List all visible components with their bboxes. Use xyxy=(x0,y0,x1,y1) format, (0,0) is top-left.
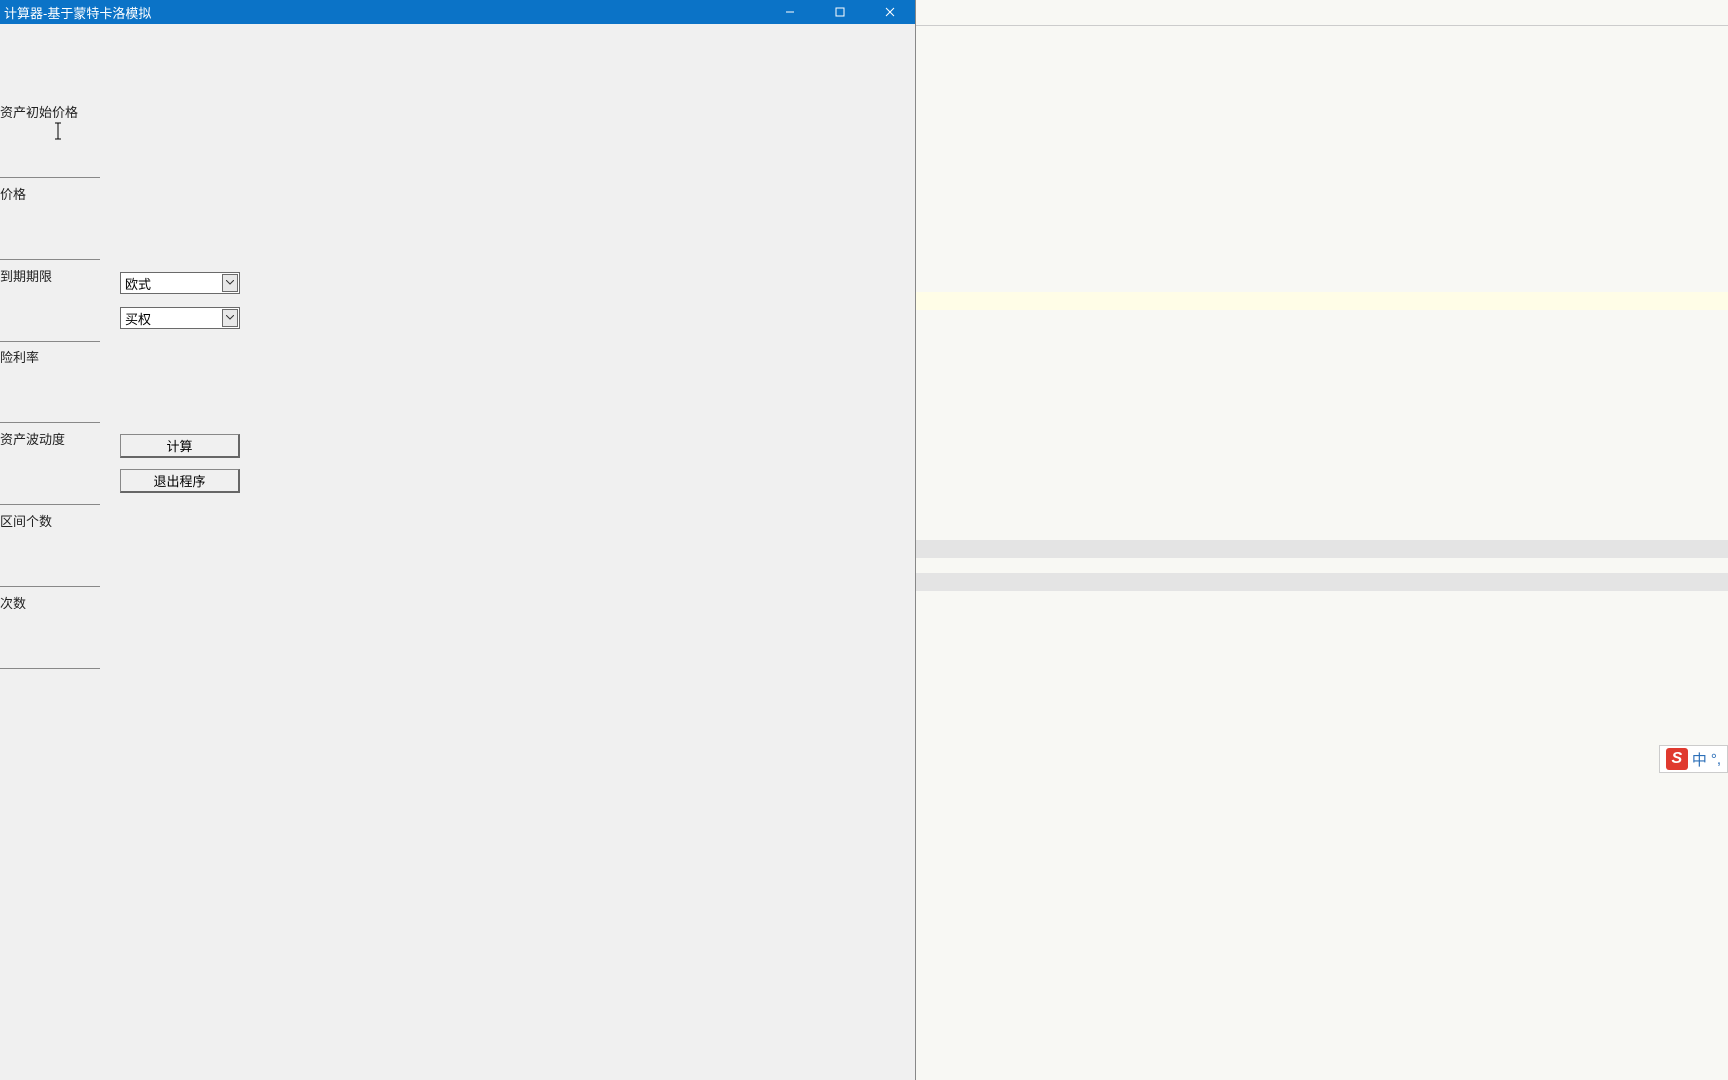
exit-button[interactable]: 退出程序 xyxy=(120,469,240,493)
ime-lang-label: 中 xyxy=(1692,749,1707,770)
text-cursor xyxy=(54,122,56,140)
input-maturity[interactable] xyxy=(0,282,100,342)
window-controls xyxy=(765,0,915,24)
combo-option-style[interactable]: 欧式 xyxy=(120,272,240,294)
field-maturity: 到期期限 xyxy=(0,264,102,342)
label-risk-free-rate: 险利率 xyxy=(0,345,102,363)
input-volatility[interactable] xyxy=(0,445,100,505)
label-intervals: 区间个数 xyxy=(0,509,102,527)
ime-indicator[interactable]: S 中 °, xyxy=(1659,745,1728,773)
minimize-icon xyxy=(785,7,795,17)
minimize-button[interactable] xyxy=(765,0,815,24)
exit-button-label: 退出程序 xyxy=(153,471,205,490)
calculate-button[interactable]: 计算 xyxy=(120,434,240,458)
maximize-icon xyxy=(835,7,845,17)
label-volatility: 资产波动度 xyxy=(0,427,102,445)
code-highlight-line xyxy=(916,292,1728,310)
code-gray-band xyxy=(916,540,1728,558)
client-area: 资产初始价格 价格 到期期限 险利率 资产波动度 区间个数 次数 xyxy=(0,24,915,1080)
titlebar[interactable]: 计算器-基于蒙特卡洛模拟 xyxy=(0,0,915,24)
label-initial-price: 资产初始价格 xyxy=(0,100,102,118)
field-strike-price: 价格 xyxy=(0,182,102,260)
calculate-button-label: 计算 xyxy=(166,436,192,455)
input-sim-count[interactable] xyxy=(0,609,100,669)
combo-option-right-value: 买权 xyxy=(125,309,151,328)
label-strike-price: 价格 xyxy=(0,182,102,200)
field-volatility: 资产波动度 xyxy=(0,427,102,505)
ime-mode-label: °, xyxy=(1711,751,1721,768)
ime-logo-icon: S xyxy=(1666,748,1688,770)
code-gray-band xyxy=(916,573,1728,591)
close-button[interactable] xyxy=(865,0,915,24)
chevron-down-icon xyxy=(222,309,238,327)
close-icon xyxy=(885,7,895,17)
maximize-button[interactable] xyxy=(815,0,865,24)
label-maturity: 到期期限 xyxy=(0,264,102,282)
field-sim-count: 次数 xyxy=(0,591,102,669)
field-initial-price: 资产初始价格 xyxy=(0,100,102,178)
editor-top-border xyxy=(916,25,1728,26)
combo-option-style-value: 欧式 xyxy=(125,274,151,293)
window-title: 计算器-基于蒙特卡洛模拟 xyxy=(4,3,765,22)
field-intervals: 区间个数 xyxy=(0,509,102,587)
combo-option-right[interactable]: 买权 xyxy=(120,307,240,329)
field-risk-free-rate: 险利率 xyxy=(0,345,102,423)
label-sim-count: 次数 xyxy=(0,591,102,609)
input-intervals[interactable] xyxy=(0,527,100,587)
input-strike-price[interactable] xyxy=(0,200,100,260)
app-window: 计算器-基于蒙特卡洛模拟 资产初始价格 价格 到期期限 xyxy=(0,0,916,1080)
input-risk-free-rate[interactable] xyxy=(0,363,100,423)
input-initial-price[interactable] xyxy=(0,118,100,178)
chevron-down-icon xyxy=(222,274,238,292)
